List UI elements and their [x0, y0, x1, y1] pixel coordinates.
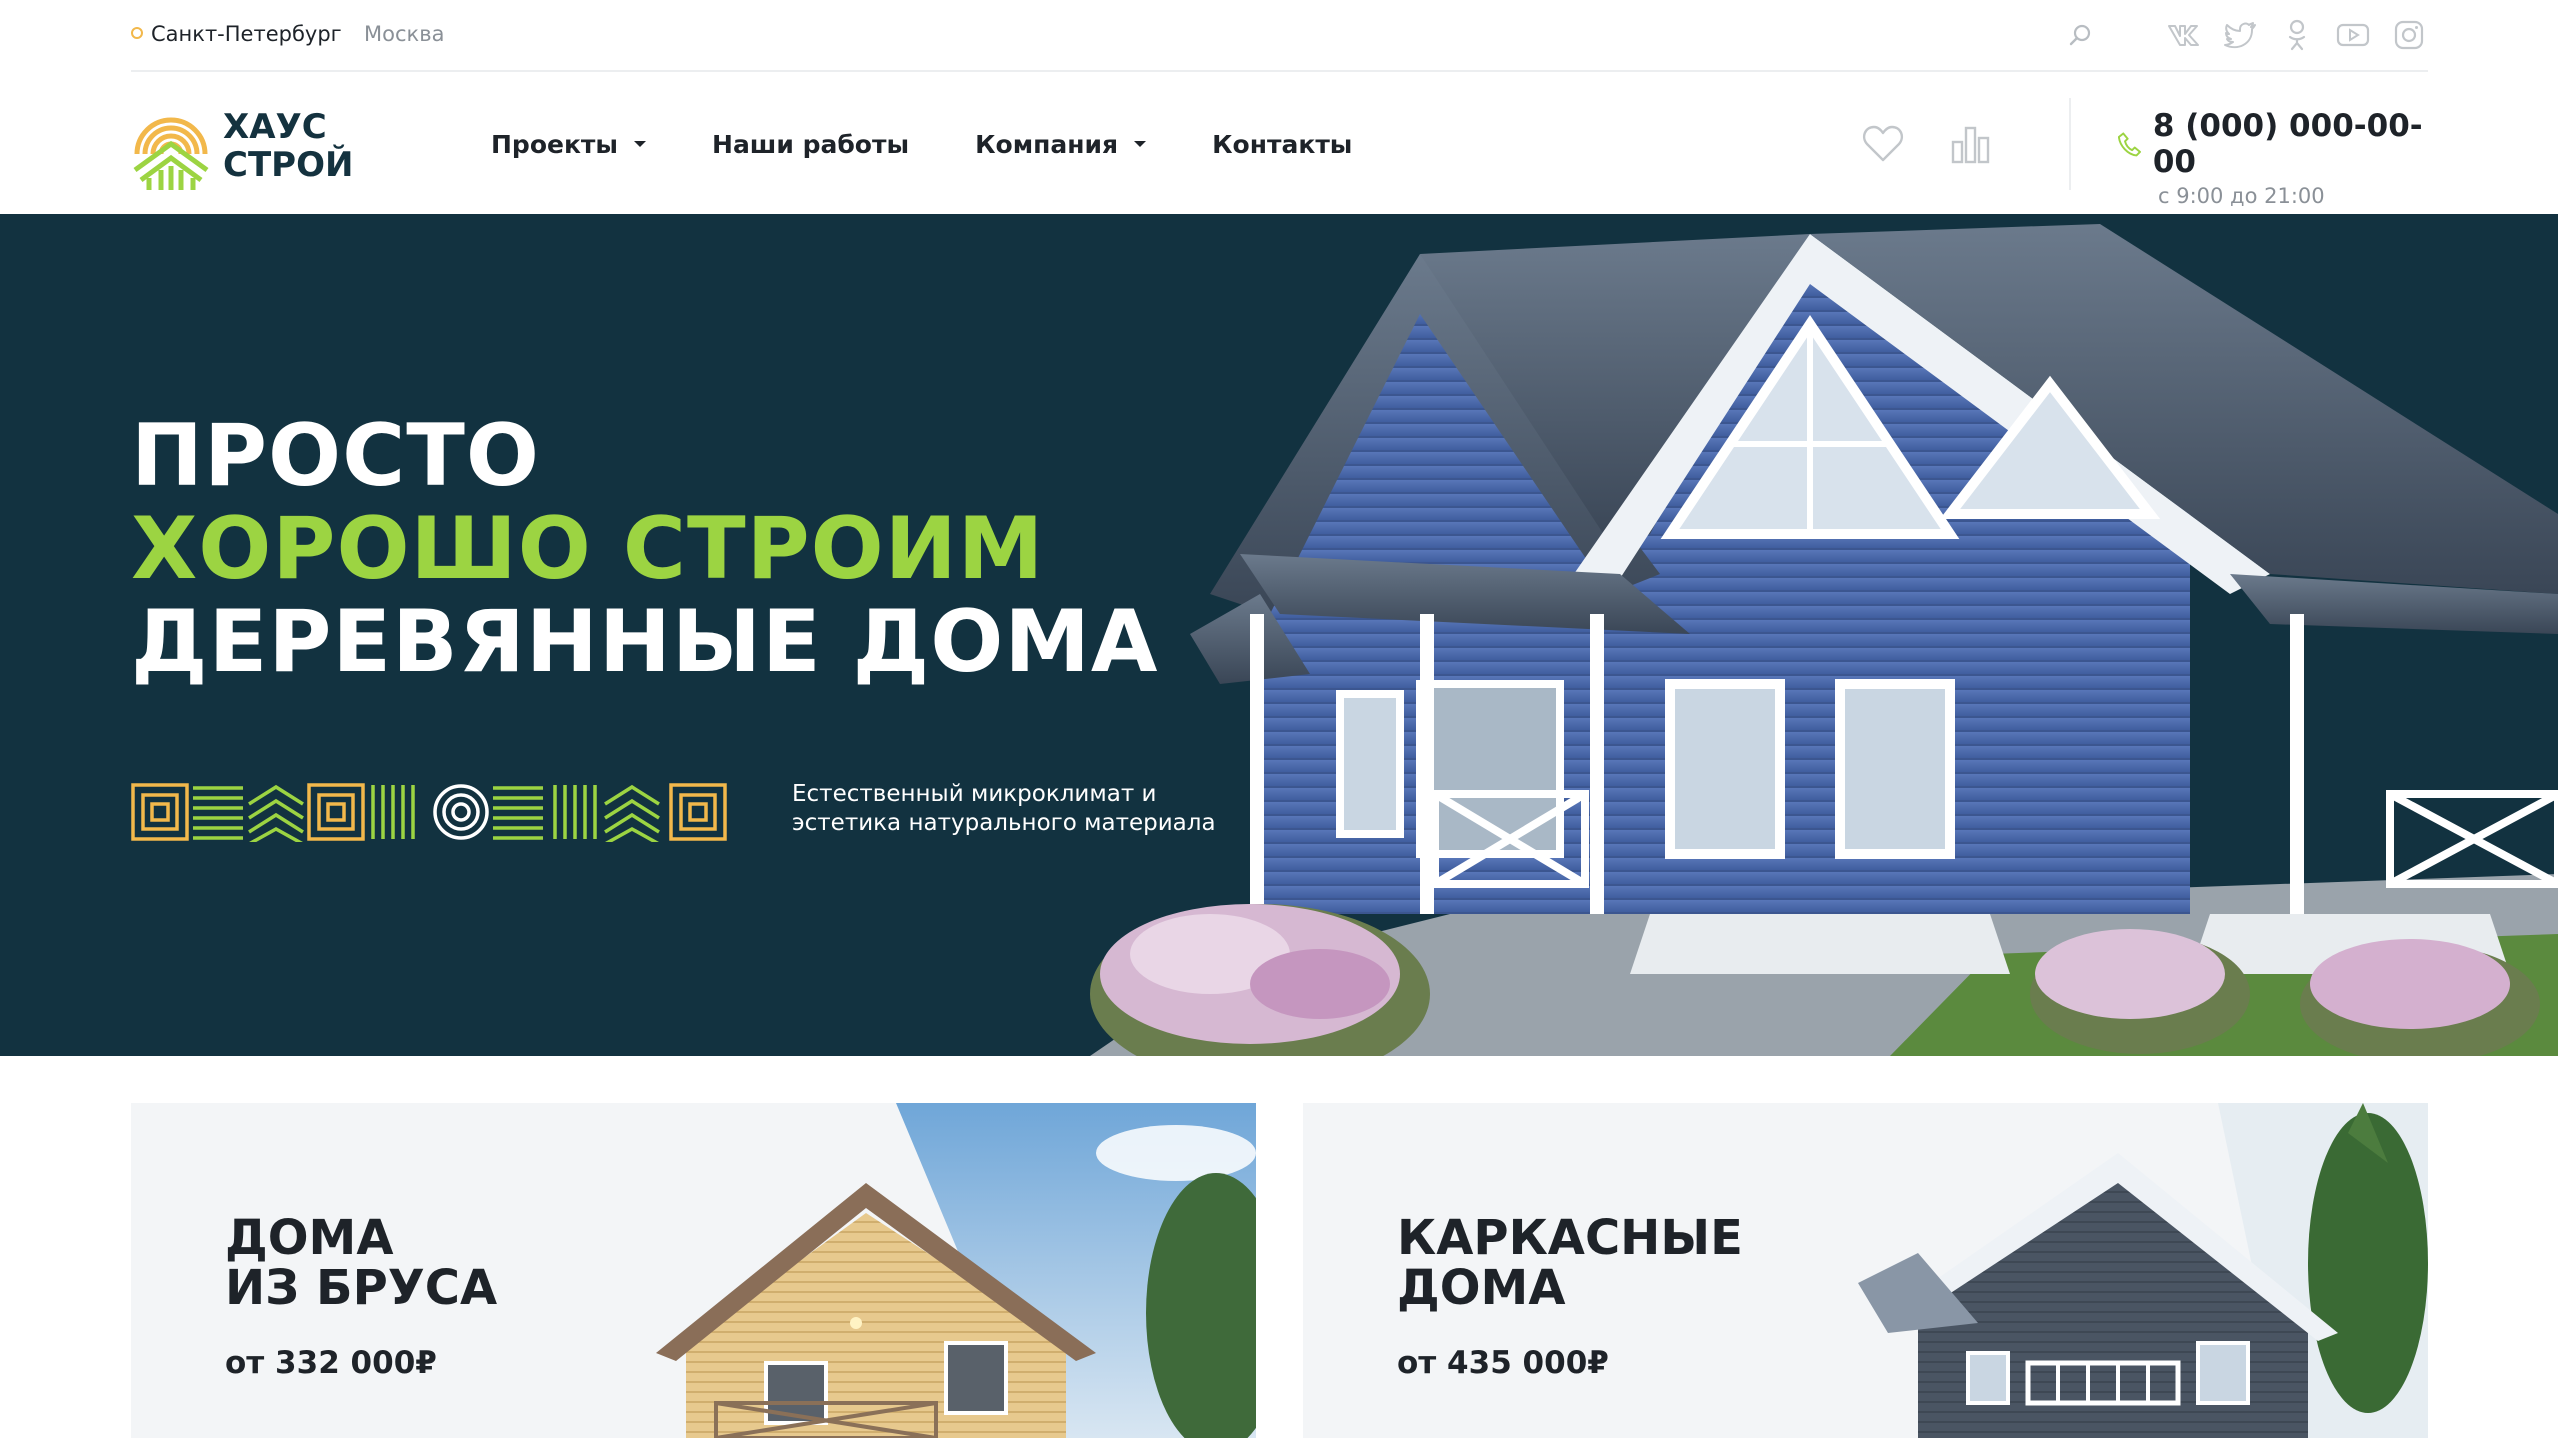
logo[interactable]: ХАУС СТРОЙ [131, 94, 391, 194]
chevron-down-icon [1134, 141, 1147, 147]
nav-item-our-works-label: Наши работы [712, 129, 910, 159]
nav-item-company-label: Компания [975, 129, 1119, 159]
search-icon[interactable] [2066, 21, 2094, 49]
card-price: от 435 000₽ [1397, 1345, 1609, 1381]
nav-item-projects[interactable]: Проекты [491, 129, 647, 159]
heart-icon[interactable] [1861, 122, 1905, 166]
main-nav: Проекты Наши работы Компания Контакты [491, 74, 1352, 214]
vk-icon[interactable] [2166, 17, 2204, 53]
hero-title-line-2: ХОРОШО СТРОИМ [131, 499, 1045, 599]
city-selector-moscow[interactable]: Москва [364, 22, 444, 46]
logo-line-1: ХАУС [223, 107, 327, 147]
phone-link[interactable]: 8 (000) 000-00-00 [2118, 108, 2428, 180]
instagram-icon[interactable] [2390, 17, 2428, 53]
compare-icon[interactable] [1949, 122, 1993, 166]
nav-item-our-works[interactable]: Наши работы [712, 130, 909, 159]
nav-item-contacts[interactable]: Контакты [1212, 130, 1352, 159]
logo-text: ХАУС СТРОЙ [223, 108, 353, 184]
top-bar: Санкт-Петербург Москва [131, 0, 2428, 72]
location-dot-icon [131, 27, 143, 39]
header-divider [2069, 98, 2071, 190]
card-price: от 332 000₽ [225, 1345, 437, 1381]
hero-house-image [1090, 224, 2558, 1056]
logo-line-2: СТРОЙ [223, 145, 354, 185]
card-title: ДОМА ИЗ БРУСА [225, 1213, 497, 1313]
category-card-timber-houses[interactable]: ДОМА ИЗ БРУСА от 332 000₽ [131, 1103, 1256, 1438]
nav-item-company[interactable]: Компания [975, 129, 1147, 159]
hero-banner: ПРОСТО ХОРОШО СТРОИМ ДЕРЕВЯННЫЕ ДОМА Ест… [0, 214, 2558, 1056]
frame-house-image [1788, 1103, 2428, 1438]
card-title-line-2: ДОМА [1397, 1260, 1566, 1316]
chevron-down-icon [634, 141, 647, 147]
social-links [2166, 17, 2428, 53]
phone-block: 8 (000) 000-00-00 с 9:00 до 21:00 [2118, 108, 2428, 208]
nav-item-projects-label: Проекты [491, 129, 619, 159]
wood-pattern-decoration [131, 783, 727, 842]
phone-number: 8 (000) 000-00-00 [2152, 108, 2423, 180]
twitter-icon[interactable] [2222, 17, 2260, 53]
category-card-frame-houses[interactable]: КАРКАСНЫЕ ДОМА от 435 000₽ [1303, 1103, 2428, 1438]
city-active-label: Санкт-Петербург [151, 22, 342, 46]
card-title-line-2: ИЗ БРУСА [225, 1260, 498, 1316]
youtube-icon[interactable] [2334, 17, 2372, 53]
hero-title-line-1: ПРОСТО [131, 406, 540, 506]
card-title-line-1: ДОМА [225, 1210, 394, 1266]
card-title-line-1: КАРКАСНЫЕ [1397, 1210, 1743, 1266]
hero-title-line-3: ДЕРЕВЯННЫЕ ДОМА [131, 592, 1159, 692]
hero-title: ПРОСТО ХОРОШО СТРОИМ ДЕРЕВЯННЫЕ ДОМА [131, 410, 1158, 689]
timber-house-image [616, 1103, 1256, 1438]
nav-item-contacts-label: Контакты [1212, 129, 1353, 159]
logo-emblem-icon [133, 117, 209, 190]
card-title: КАРКАСНЫЕ ДОМА [1397, 1213, 1743, 1313]
working-hours: с 9:00 до 21:00 [2158, 184, 2325, 208]
odnoklassniki-icon[interactable] [2278, 17, 2316, 53]
phone-icon [2118, 132, 2141, 157]
main-header: ХАУС СТРОЙ Проекты Наши работы Компания … [131, 74, 2428, 214]
city-selector-active[interactable]: Санкт-Петербург [131, 22, 342, 46]
